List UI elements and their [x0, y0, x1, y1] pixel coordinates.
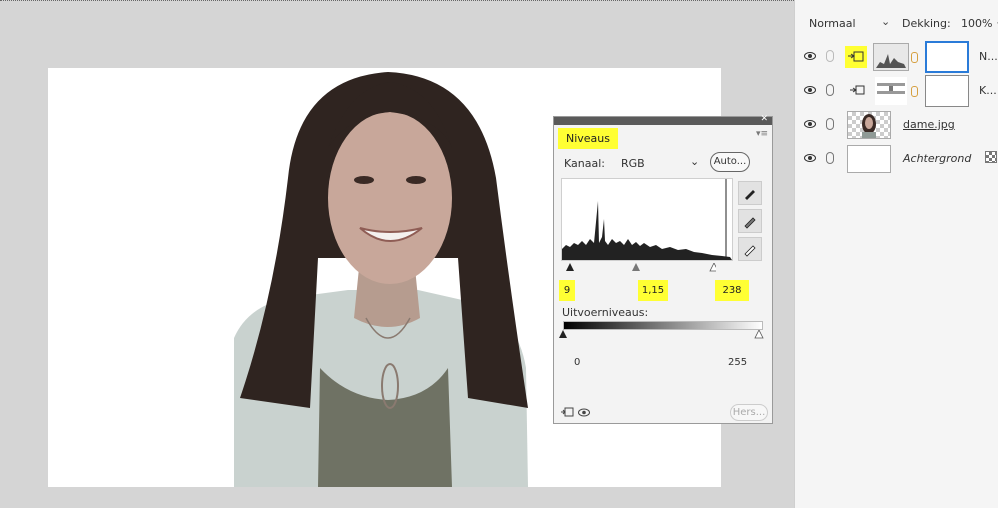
black-point-handle: [566, 263, 574, 271]
background-thumbnail[interactable]: [847, 145, 891, 173]
output-white-handle: [754, 330, 764, 339]
chevron-down-icon[interactable]: ⌄: [690, 155, 699, 168]
clipping-mask-icon[interactable]: [845, 46, 867, 68]
input-gamma-field[interactable]: 1,15: [638, 280, 668, 301]
panel-titlebar[interactable]: ✕: [554, 114, 772, 125]
link-icon[interactable]: [826, 84, 834, 96]
eye-icon[interactable]: [804, 51, 816, 61]
black-eyedropper-icon[interactable]: [738, 181, 762, 205]
eye-icon[interactable]: [804, 153, 816, 163]
blend-options-row: Normaal ⌄ Dekking: 100% ⌄: [795, 14, 998, 36]
properties-panel: ✕ Niveaus ▾≡ Kanaal: RGB ⌄ Auto... 9 1,1…: [553, 114, 773, 424]
workspace: ✕ Niveaus ▾≡ Kanaal: RGB ⌄ Auto... 9 1,1…: [0, 0, 794, 508]
layer-row-levels[interactable]: N...: [795, 40, 998, 74]
lock-icon[interactable]: [985, 151, 997, 163]
eye-icon[interactable]: [804, 119, 816, 129]
layer-row-background[interactable]: Achtergrond: [795, 142, 998, 176]
opacity-field[interactable]: 100%: [961, 17, 992, 30]
ruler-edge: [0, 0, 794, 5]
gray-eyedropper-icon[interactable]: [738, 209, 762, 233]
input-black-field[interactable]: 9: [559, 280, 575, 301]
auto-button[interactable]: Auto...: [710, 152, 750, 172]
eye-icon[interactable]: [804, 85, 816, 95]
clipping-mask-icon[interactable]: [848, 84, 866, 97]
layer-row-curves[interactable]: K...: [795, 74, 998, 108]
chevron-down-icon[interactable]: ⌄: [881, 15, 890, 28]
layer-name[interactable]: K...: [979, 84, 997, 97]
layer-mask-thumbnail[interactable]: [925, 75, 969, 107]
gamma-handle: [632, 263, 640, 271]
output-levels-label: Uitvoerniveaus:: [562, 306, 649, 319]
output-black-value[interactable]: 0: [574, 357, 580, 368]
clip-to-layer-icon[interactable]: [560, 407, 574, 418]
tab-niveaus[interactable]: Niveaus: [558, 128, 619, 149]
link-icon[interactable]: [826, 118, 834, 130]
layer-name[interactable]: N...: [979, 50, 998, 63]
panel-menu-icon[interactable]: ▾≡: [756, 129, 768, 139]
white-eyedropper-icon[interactable]: [738, 237, 762, 261]
output-gradient: [563, 321, 763, 330]
blend-mode-select[interactable]: Normaal: [809, 17, 856, 30]
smart-object-thumbnail[interactable]: [847, 111, 891, 139]
output-white-value[interactable]: 255: [728, 357, 747, 368]
eye-icon[interactable]: [578, 408, 590, 417]
link-icon[interactable]: [911, 86, 918, 97]
layers-panel: Normaal ⌄ Dekking: 100% ⌄ N...: [794, 0, 998, 508]
input-white-field[interactable]: 238: [715, 280, 749, 301]
reset-button[interactable]: Hers...: [730, 404, 768, 421]
channel-select[interactable]: RGB: [621, 157, 645, 170]
link-icon[interactable]: [826, 50, 834, 62]
histogram-graph: [562, 179, 732, 260]
eyedropper-group: [738, 181, 762, 263]
link-icon[interactable]: [826, 152, 834, 164]
white-point-handle: [709, 263, 716, 272]
layer-name[interactable]: Achtergrond: [903, 152, 971, 165]
curves-thumbnail[interactable]: [875, 77, 907, 105]
close-icon[interactable]: ✕: [760, 114, 768, 124]
opacity-label: Dekking:: [902, 17, 951, 30]
photoshop-window: ✕ Niveaus ▾≡ Kanaal: RGB ⌄ Auto... 9 1,1…: [0, 0, 998, 508]
output-slider[interactable]: [559, 330, 767, 340]
link-icon[interactable]: [911, 52, 918, 63]
layer-row-dame[interactable]: dame.jpg: [795, 108, 998, 142]
output-black-handle: [559, 330, 567, 338]
layer-name[interactable]: dame.jpg: [903, 118, 955, 131]
layer-mask-thumbnail[interactable]: [925, 41, 969, 73]
histogram: [561, 178, 733, 261]
channel-label: Kanaal:: [564, 157, 605, 170]
levels-thumbnail[interactable]: [873, 43, 909, 71]
input-slider[interactable]: [566, 263, 716, 273]
